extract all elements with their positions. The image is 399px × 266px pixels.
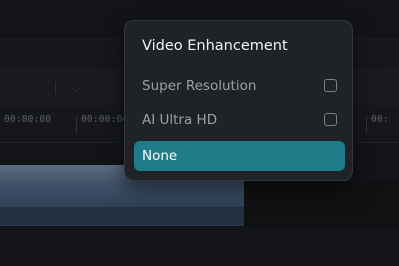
ruler-timecode-1: 00:00:04: [81, 114, 129, 125]
empty-track: [244, 182, 399, 226]
option-label: None: [142, 148, 178, 164]
ruler-tick: [76, 116, 77, 134]
option-label: AI Ultra HD: [142, 112, 218, 128]
ruler-timecode-0: 00:00:00: [4, 114, 52, 125]
super-resolution-checkbox[interactable]: [324, 79, 337, 92]
separator: [55, 82, 56, 94]
option-none[interactable]: None: [134, 141, 345, 171]
ai-ultra-hd-checkbox[interactable]: [324, 113, 337, 126]
ruler-tick: [366, 116, 367, 134]
menu-title: Video Enhancement: [142, 38, 288, 54]
ruler-timecode-3: 00:: [371, 114, 389, 125]
option-label: Super Resolution: [142, 78, 257, 94]
trim-icon[interactable]: ⌵: [71, 82, 80, 94]
video-clip-strip[interactable]: [0, 207, 244, 226]
video-enhancement-menu: Video Enhancement Super Resolution AI Ul…: [124, 20, 353, 181]
